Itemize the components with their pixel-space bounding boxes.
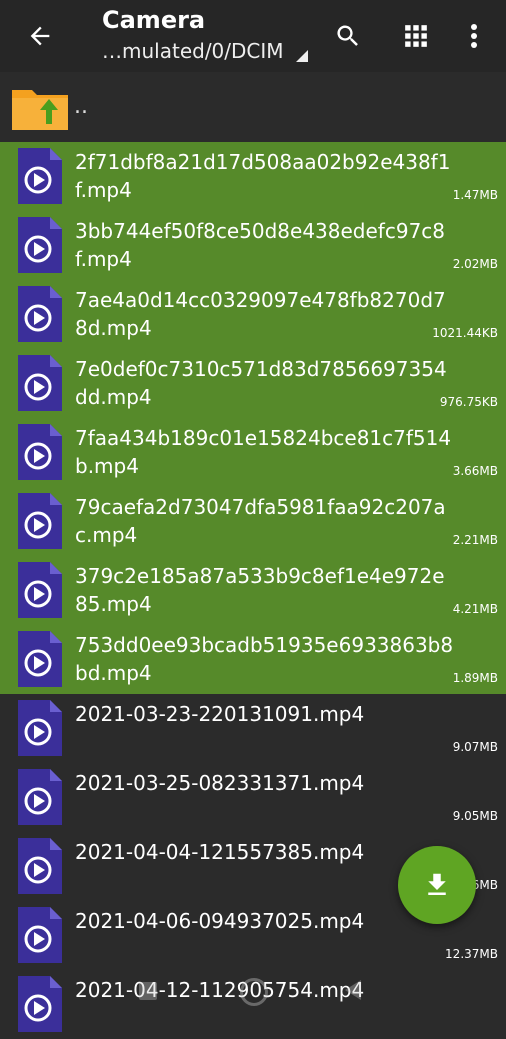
path-label: …mulated/0/DCIM — [102, 39, 284, 63]
download-icon — [428, 873, 446, 895]
more-vert-icon[interactable] — [454, 16, 494, 56]
file-size: 4.21MB — [452, 602, 498, 616]
video-file-icon — [18, 217, 62, 273]
grid-view-icon[interactable] — [396, 16, 436, 56]
file-size: 1021.44KB — [432, 326, 498, 340]
file-row[interactable]: 2021-04-12-112905754.mp4 — [0, 970, 506, 1039]
video-file-icon — [18, 286, 62, 342]
download-fab[interactable] — [398, 846, 476, 924]
video-file-icon — [18, 700, 62, 756]
file-row[interactable]: 7e0def0c7310c571d83d7856697354dd.mp4 976.… — [0, 349, 506, 418]
file-name: 2021-03-25-082331371.mp4 — [75, 771, 365, 795]
file-row[interactable]: 7faa434b189c01e15824bce81c7f514b.mp4 3.66… — [0, 418, 506, 487]
video-file-icon — [18, 493, 62, 549]
file-row[interactable]: 3bb744ef50f8ce50d8e438edefc97c8f.mp4 2.02… — [0, 211, 506, 280]
file-name: 2021-04-12-112905754.mp4 — [75, 978, 365, 1002]
file-size: 12.37MB — [445, 947, 498, 961]
file-name: 2021-04-06-094937025.mp4 — [75, 909, 365, 933]
file-size: 976.75KB — [439, 395, 498, 409]
video-file-icon — [18, 907, 62, 963]
file-size: 3.66MB — [452, 464, 498, 478]
file-size: 2.21MB — [452, 533, 498, 547]
file-name: 2021-04-04-121557385.mp4 — [75, 840, 365, 864]
title-block: Camera …mulated/0/DCIM — [102, 4, 308, 66]
video-file-icon — [18, 769, 62, 825]
video-file-icon — [18, 424, 62, 480]
file-name: 7e0def0c7310c571d83d7856697354dd.mp4 — [75, 357, 447, 409]
video-file-icon — [18, 631, 62, 687]
file-size: 9.05MB — [452, 809, 498, 823]
file-row[interactable]: 379c2e185a87a533b9c8ef1e4e972e85.mp4 4.21… — [0, 556, 506, 625]
file-row[interactable]: 2f71dbf8a21d17d508aa02b92e438f1f.mp4 1.47… — [0, 142, 506, 211]
file-row[interactable]: 79caefa2d73047dfa5981faa92c207ac.mp4 2.21… — [0, 487, 506, 556]
file-size: 2.02MB — [452, 257, 498, 271]
search-icon[interactable] — [328, 16, 368, 56]
file-size: 9.07MB — [452, 740, 498, 754]
file-name: 7faa434b189c01e15824bce81c7f514b.mp4 — [75, 426, 452, 478]
file-row[interactable]: 753dd0ee93bcadb51935e6933863b8bd.mp4 1.89… — [0, 625, 506, 694]
video-file-icon — [18, 838, 62, 894]
file-name: 2f71dbf8a21d17d508aa02b92e438f1f.mp4 — [75, 150, 451, 202]
parent-folder-row[interactable]: .. — [0, 72, 506, 142]
file-size: 1.47MB — [452, 188, 498, 202]
video-file-icon — [18, 148, 62, 204]
file-name: 79caefa2d73047dfa5981faa92c207ac.mp4 — [75, 495, 446, 547]
video-file-icon — [18, 355, 62, 411]
file-size: 1.89MB — [452, 671, 498, 685]
back-arrow-icon[interactable] — [22, 18, 58, 54]
file-name: 3bb744ef50f8ce50d8e438edefc97c8f.mp4 — [75, 219, 446, 271]
file-name: 2021-03-23-220131091.mp4 — [75, 702, 365, 726]
app-bar: Camera …mulated/0/DCIM — [0, 0, 506, 72]
video-file-icon — [18, 562, 62, 618]
folder-up-icon — [12, 90, 68, 130]
page-title: Camera — [102, 6, 206, 34]
file-row[interactable]: 7ae4a0d14cc0329097e478fb8270d78d.mp4 1021… — [0, 280, 506, 349]
file-row[interactable]: 2021-03-23-220131091.mp4 9.07MB — [0, 694, 506, 763]
parent-folder-label: .. — [74, 94, 88, 119]
path-dropdown[interactable]: …mulated/0/DCIM — [102, 36, 308, 66]
dropdown-triangle-icon — [295, 50, 308, 62]
file-name: 379c2e185a87a533b9c8ef1e4e972e85.mp4 — [75, 564, 445, 616]
file-name: 7ae4a0d14cc0329097e478fb8270d78d.mp4 — [75, 288, 446, 340]
file-name: 753dd0ee93bcadb51935e6933863b8bd.mp4 — [75, 633, 454, 685]
file-row[interactable]: 2021-03-25-082331371.mp4 9.05MB — [0, 763, 506, 832]
